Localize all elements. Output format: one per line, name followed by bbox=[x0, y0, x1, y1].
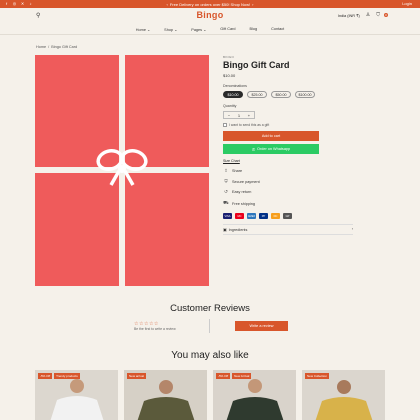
related-products-heading: You may also like bbox=[171, 350, 249, 361]
header-actions: India (INR ₹) ♙ ⛉ 0 bbox=[338, 12, 388, 18]
secure-payment-row: ⛨ Secure payment bbox=[223, 179, 353, 184]
breadcrumb-current: Bingo Gift Card bbox=[51, 45, 78, 49]
nav-item-gift-card[interactable]: Gift Card bbox=[220, 27, 235, 31]
product-card[interactable]: -5% Off New Arrival bbox=[213, 370, 296, 420]
quantity-stepper: − 1 + bbox=[223, 111, 255, 119]
main-nav: Home ⌄ Shop ⌄ Pages ⌄ Gift Card Blog Con… bbox=[0, 24, 420, 35]
login-link[interactable]: Login bbox=[402, 1, 412, 7]
return-icon: ↺ bbox=[224, 189, 228, 194]
arrow-right-icon[interactable]: › bbox=[252, 2, 253, 7]
gift-checkbox[interactable] bbox=[223, 123, 227, 127]
breadcrumb-home[interactable]: Home bbox=[36, 45, 46, 49]
account-icon[interactable]: ♙ bbox=[366, 12, 370, 18]
visa-icon: VISA bbox=[223, 213, 232, 219]
ingredients-icon: ▣ bbox=[223, 228, 227, 232]
product-title: Bingo Gift Card bbox=[223, 60, 290, 70]
denomination-option[interactable]: $10.00 bbox=[223, 91, 243, 98]
shield-icon: ⛨ bbox=[224, 179, 228, 184]
announcement-ticker[interactable]: ‹ Free Delivery on orders over $50! Shop… bbox=[167, 2, 254, 7]
ingredients-accordion[interactable]: ▣ Ingredients › bbox=[223, 224, 353, 235]
new-arrival-badge: New Arrival bbox=[232, 373, 252, 379]
secure-payment-label: Secure payment bbox=[232, 179, 260, 184]
breadcrumb-separator: / bbox=[48, 45, 50, 49]
product-badges: New arrival bbox=[127, 373, 147, 379]
facebook-icon[interactable]: f bbox=[4, 1, 9, 6]
write-review-label: Write a review bbox=[249, 324, 274, 328]
discount-badge: -5% Off bbox=[216, 373, 231, 379]
ingredients-header: ▣ Ingredients bbox=[223, 227, 248, 233]
product-badges: -5% Off Trendy products bbox=[38, 373, 80, 379]
ingredients-label: Ingredients bbox=[228, 227, 248, 232]
easy-return-row: ↺ Easy return bbox=[223, 189, 353, 195]
product-badges: -5% Off New Arrival bbox=[216, 373, 252, 379]
gpay-icon: GP bbox=[283, 213, 292, 219]
gift-card-graphic bbox=[35, 55, 209, 286]
arrow-left-icon[interactable]: ‹ bbox=[167, 2, 168, 7]
free-shipping-row: ⛟ Free shipping bbox=[223, 200, 353, 207]
cart-icon[interactable]: ⛉ bbox=[376, 12, 380, 18]
share-label: Share bbox=[232, 169, 243, 173]
size-chart-link[interactable]: Size Chart bbox=[223, 159, 353, 163]
truck-icon: ⛟ bbox=[223, 200, 229, 205]
announcement-bar: f ◎ ✕ ♪ ‹ Free Delivery on orders over $… bbox=[0, 0, 420, 8]
product-vendor: BINGO bbox=[223, 55, 235, 59]
paypal-icon: PP bbox=[259, 213, 268, 219]
share-row[interactable]: ⇪ Share bbox=[223, 168, 353, 174]
product-badges: New Collection bbox=[305, 373, 330, 379]
first-review-text: Be the first to write a review bbox=[134, 327, 176, 331]
social-links: f ◎ ✕ ♪ bbox=[4, 1, 33, 6]
product-card[interactable]: New arrival bbox=[124, 370, 207, 420]
reviews-divider bbox=[209, 319, 210, 333]
mastercard-icon: MC bbox=[235, 213, 244, 219]
breadcrumb: Home / Bingo Gift Card bbox=[36, 45, 77, 49]
denomination-option[interactable]: $50.00 bbox=[271, 91, 291, 98]
reviews-heading: Customer Reviews bbox=[170, 303, 250, 314]
discount-badge: -5% Off bbox=[38, 373, 53, 379]
tiktok-icon[interactable]: ♪ bbox=[28, 1, 33, 6]
add-to-cart-button[interactable]: Add to cart bbox=[223, 131, 319, 141]
nav-item-pages[interactable]: Pages ⌄ bbox=[191, 27, 206, 32]
gift-checkbox-row: I want to send this as a gift bbox=[223, 123, 353, 127]
discover-icon: DC bbox=[271, 213, 280, 219]
add-to-cart-label: Add to cart bbox=[261, 134, 281, 138]
write-review-button[interactable]: Write a review bbox=[235, 321, 288, 331]
amex-icon: AMEX bbox=[247, 213, 256, 219]
nav-item-contact[interactable]: Contact bbox=[271, 27, 284, 31]
share-icon: ⇪ bbox=[224, 168, 228, 173]
x-icon[interactable]: ✕ bbox=[20, 1, 25, 6]
collection-badge: New Collection bbox=[305, 373, 330, 379]
gift-card-image[interactable] bbox=[35, 55, 209, 286]
chevron-right-icon: › bbox=[351, 227, 353, 231]
nav-item-shop[interactable]: Shop ⌄ bbox=[164, 27, 177, 32]
free-shipping-label: Free shipping bbox=[232, 201, 256, 206]
currency-selector[interactable]: India (INR ₹) bbox=[338, 13, 360, 18]
gift-checkbox-label[interactable]: I want to send this as a gift bbox=[229, 123, 269, 127]
quantity-value[interactable]: 1 bbox=[238, 113, 240, 118]
cart-count-badge: 0 bbox=[384, 13, 388, 17]
product-card[interactable]: New Collection bbox=[302, 370, 385, 420]
instagram-icon[interactable]: ◎ bbox=[12, 1, 17, 6]
nav-item-home[interactable]: Home ⌄ bbox=[136, 27, 150, 32]
whatsapp-icon: ✆ bbox=[251, 147, 256, 152]
quantity-label: Quantity bbox=[223, 104, 237, 108]
site-header: ⚲ Bingo India (INR ₹) ♙ ⛉ 0 bbox=[0, 8, 420, 24]
new-arrival-badge: New arrival bbox=[127, 373, 147, 379]
denomination-option[interactable]: $100.00 bbox=[295, 91, 315, 98]
announcement-text[interactable]: Free Delivery on orders over $50! Shop N… bbox=[170, 2, 250, 7]
trendy-badge: Trendy products bbox=[54, 373, 80, 379]
payment-methods: VISA MC AMEX PP DC GP bbox=[223, 213, 353, 219]
product-card[interactable]: -5% Off Trendy products bbox=[35, 370, 118, 420]
quantity-decrease-button[interactable]: − bbox=[228, 113, 230, 118]
product-info: BINGO Bingo Gift Card $10.00 Denominatio… bbox=[223, 55, 353, 235]
whatsapp-label: Order on Whatsapp bbox=[257, 147, 291, 151]
denomination-option[interactable]: $25.00 bbox=[247, 91, 267, 98]
related-products-grid: -5% Off Trendy products New arrival -5% … bbox=[35, 370, 385, 420]
product-price: $10.00 bbox=[223, 73, 236, 78]
easy-return-label: Easy return bbox=[232, 190, 252, 194]
denomination-options: $10.00 $25.00 $50.00 $100.00 bbox=[223, 91, 353, 98]
denominations-label: Denominations bbox=[223, 84, 247, 88]
quantity-increase-button[interactable]: + bbox=[248, 113, 250, 118]
nav-item-blog[interactable]: Blog bbox=[250, 27, 258, 31]
whatsapp-order-button[interactable]: ✆ Order on Whatsapp bbox=[223, 144, 319, 154]
